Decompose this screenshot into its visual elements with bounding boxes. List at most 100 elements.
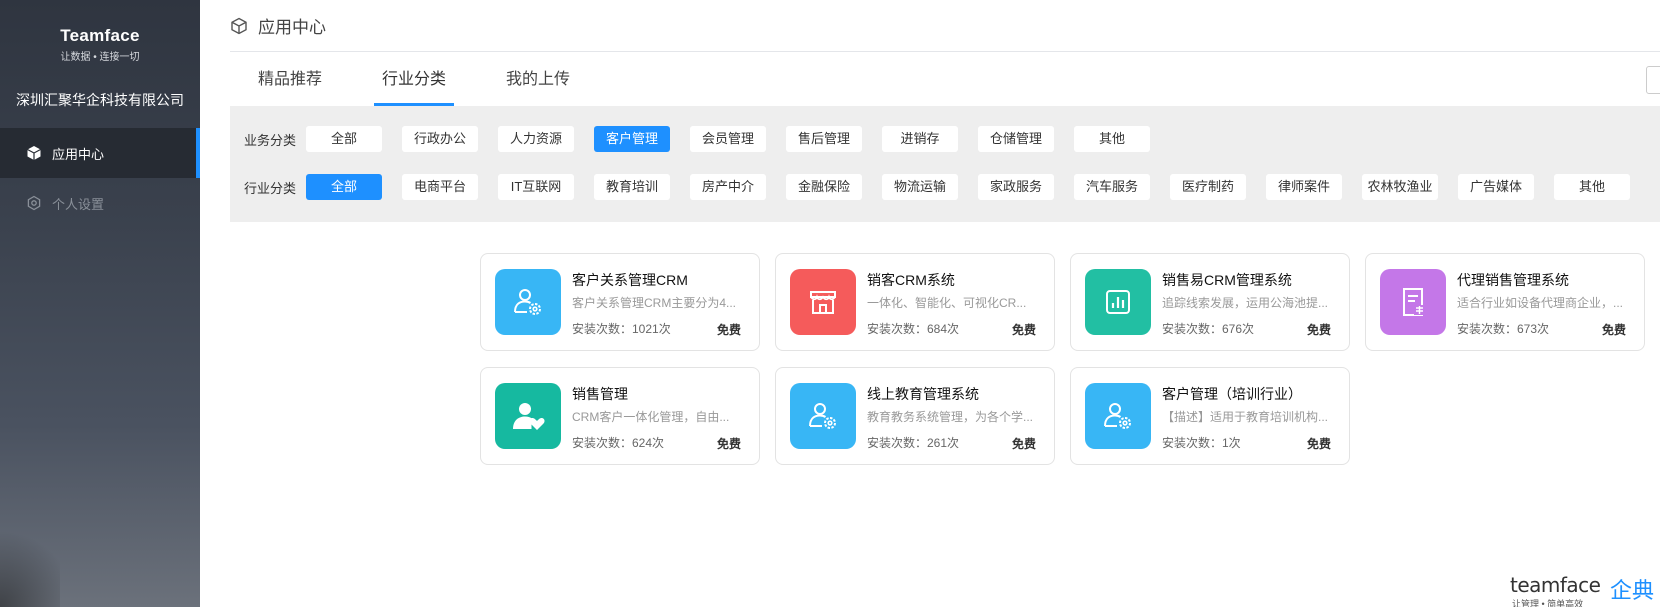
brand-name: Teamface [60,26,140,45]
app-install-count: 安装次数：676次 [1162,322,1255,336]
app-title: 客户关系管理CRM [572,272,688,288]
business-chip[interactable]: 售后管理 [786,126,862,152]
app-card-sales-management[interactable]: 销售管理 CRM客户一体化管理，自由... 安装次数：624次 免费 [480,367,760,465]
tab-featured[interactable]: 精品推荐 [250,60,330,106]
app-icon-bg [790,269,856,335]
app-card-online-education[interactable]: 线上教育管理系统 教育教务系统管理，为各个学... 安装次数：261次 免费 [775,367,1055,465]
app-install-count: 安装次数：673次 [1457,322,1550,336]
app-install-count: 安装次数：1次 [1162,436,1241,450]
industry-filter-row: 行业分类 全部 电商平台 IT互联网 教育培训 房产中介 金融保险 物流运输 家… [230,174,1650,200]
app-icon-bg [1085,269,1151,335]
cube-icon [27,146,41,160]
industry-chip[interactable]: 其他 [1554,174,1630,200]
app-icon-bg [495,269,561,335]
app-title: 代理销售管理系统 [1457,272,1569,288]
app-install-count: 安装次数：1021次 [572,322,671,336]
page-title: 应用中心 [258,18,326,37]
industry-chip[interactable]: 教育培训 [594,174,670,200]
sidebar-item-app-center[interactable]: 应用中心 [0,128,200,178]
tab-industry[interactable]: 行业分类 [374,60,455,106]
sidebar: Teamface 让数据 • 连接一切 深圳汇聚华企科技有限公司 应用中心 个人… [0,0,200,607]
industry-chip[interactable]: 广告媒体 [1458,174,1534,200]
gear-icon [27,195,41,211]
industry-chip[interactable]: 家政服务 [978,174,1054,200]
app-price: 免费 [1306,323,1331,337]
footer-logo-cn: 企典 [1610,578,1655,603]
app-install-count: 安装次数：261次 [867,436,960,450]
app-price: 免费 [1306,437,1331,451]
sidebar-item-personal-settings[interactable]: 个人设置 [0,178,200,228]
business-chip-selected[interactable]: 客户管理 [594,126,670,152]
app-icon-bg [495,383,561,449]
business-filter-label: 业务分类 [244,132,297,148]
app-title: 线上教育管理系统 [867,386,979,402]
doc-sale-icon [1403,288,1425,316]
industry-chip[interactable]: 金融保险 [786,174,862,200]
bar-chart-icon [1106,290,1130,314]
industry-chip[interactable]: 物流运输 [882,174,958,200]
user-heart-icon [513,403,545,430]
app-price: 免费 [1601,323,1626,337]
app-icon-bg [790,383,856,449]
sidebar-item-label: 应用中心 [52,146,105,162]
brand-slogan: 让数据 • 连接一切 [60,52,140,63]
business-chip[interactable]: 行政办公 [402,126,478,152]
tab-bar: 精品推荐 行业分类 我的上传 [230,60,1660,106]
app-title: 销售管理 [572,386,628,402]
user-gear-icon [809,403,836,429]
industry-chip[interactable]: 电商平台 [402,174,478,200]
sidebar-nav: 应用中心 个人设置 [0,128,200,228]
app-description: CRM客户一体化管理，自由... [572,410,730,424]
app-install-count: 安装次数：624次 [572,436,665,450]
app-price: 免费 [716,437,741,451]
filter-panel: 业务分类 全部 行政办公 人力资源 客户管理 会员管理 售后管理 进销存 仓储管… [230,106,1660,222]
store-icon [810,291,836,314]
app-install-count: 安装次数：684次 [867,322,960,336]
user-gear-icon [514,289,541,315]
industry-chip-selected[interactable]: 全部 [306,174,382,200]
sidebar-item-label: 个人设置 [52,196,105,212]
app-card-customer-training[interactable]: 客户管理（培训行业） 【描述】适用于教育培训机构... 安装次数：1次 免费 [1070,367,1350,465]
business-chip[interactable]: 人力资源 [498,126,574,152]
app-card-xiaoke[interactable]: 销客CRM系统 一体化、智能化、可视化CR... 安装次数：684次 免费 [775,253,1055,351]
company-name[interactable]: 深圳汇聚华企科技有限公司 [0,90,200,110]
app-card-agent-sales[interactable]: 代理销售管理系统 适合行业如设备代理商企业，... 安装次数：673次 免费 [1365,253,1645,351]
app-title: 客户管理（培训行业） [1162,386,1302,402]
industry-chip[interactable]: 农林牧渔业 [1362,174,1438,200]
app-card-xiaoshouyi[interactable]: 销售易CRM管理系统 追踪线索发展，运用公海池提... 安装次数：676次 免费 [1070,253,1350,351]
app-description: 适合行业如设备代理商企业，... [1457,296,1624,310]
cube-outline-icon [231,17,247,34]
app-icon-bg [1380,269,1446,335]
user-gear-icon [1104,403,1131,429]
industry-chip[interactable]: 房产中介 [690,174,766,200]
business-chip[interactable]: 会员管理 [690,126,766,152]
brand-logo[interactable]: Teamface 让数据 • 连接一切 [0,26,200,63]
app-title: 销客CRM系统 [867,272,955,288]
app-description: 教育教务系统管理，为各个学... [867,410,1034,424]
app-description: 客户关系管理CRM主要分为4... [572,296,737,310]
tab-my-uploads[interactable]: 我的上传 [498,60,578,106]
app-description: 【描述】适用于教育培训机构... [1162,410,1329,424]
industry-chip[interactable]: IT互联网 [498,174,574,200]
app-description: 追踪线索发展，运用公海池提... [1162,296,1329,310]
app-description: 一体化、智能化、可视化CR... [867,296,1027,310]
industry-chip[interactable]: 律师案件 [1266,174,1342,200]
footer-logo-slogan: 让管理 • 简单高效 [1512,599,1584,607]
industry-chip[interactable]: 汽车服务 [1074,174,1150,200]
sidebar-decoration [0,517,60,607]
business-chip[interactable]: 仓储管理 [978,126,1054,152]
industry-filter-label: 行业分类 [244,180,297,196]
search-box-edge[interactable] [1646,66,1660,94]
footer-logo: teamface 让管理 • 简单高效 企典 [1510,573,1660,607]
app-card-crm[interactable]: 客户关系管理CRM 客户关系管理CRM主要分为4... 安装次数：1021次 免… [480,253,760,351]
app-price: 免费 [716,323,741,337]
app-icon-bg [1085,383,1151,449]
page-header: 应用中心 [230,0,1660,52]
industry-chip[interactable]: 医疗制药 [1170,174,1246,200]
app-price: 免费 [1011,437,1036,451]
business-filter-row: 业务分类 全部 行政办公 人力资源 客户管理 会员管理 售后管理 进销存 仓储管… [230,126,1170,152]
business-chip[interactable]: 进销存 [882,126,958,152]
business-chip[interactable]: 全部 [306,126,382,152]
app-title: 销售易CRM管理系统 [1162,272,1292,288]
business-chip[interactable]: 其他 [1074,126,1150,152]
